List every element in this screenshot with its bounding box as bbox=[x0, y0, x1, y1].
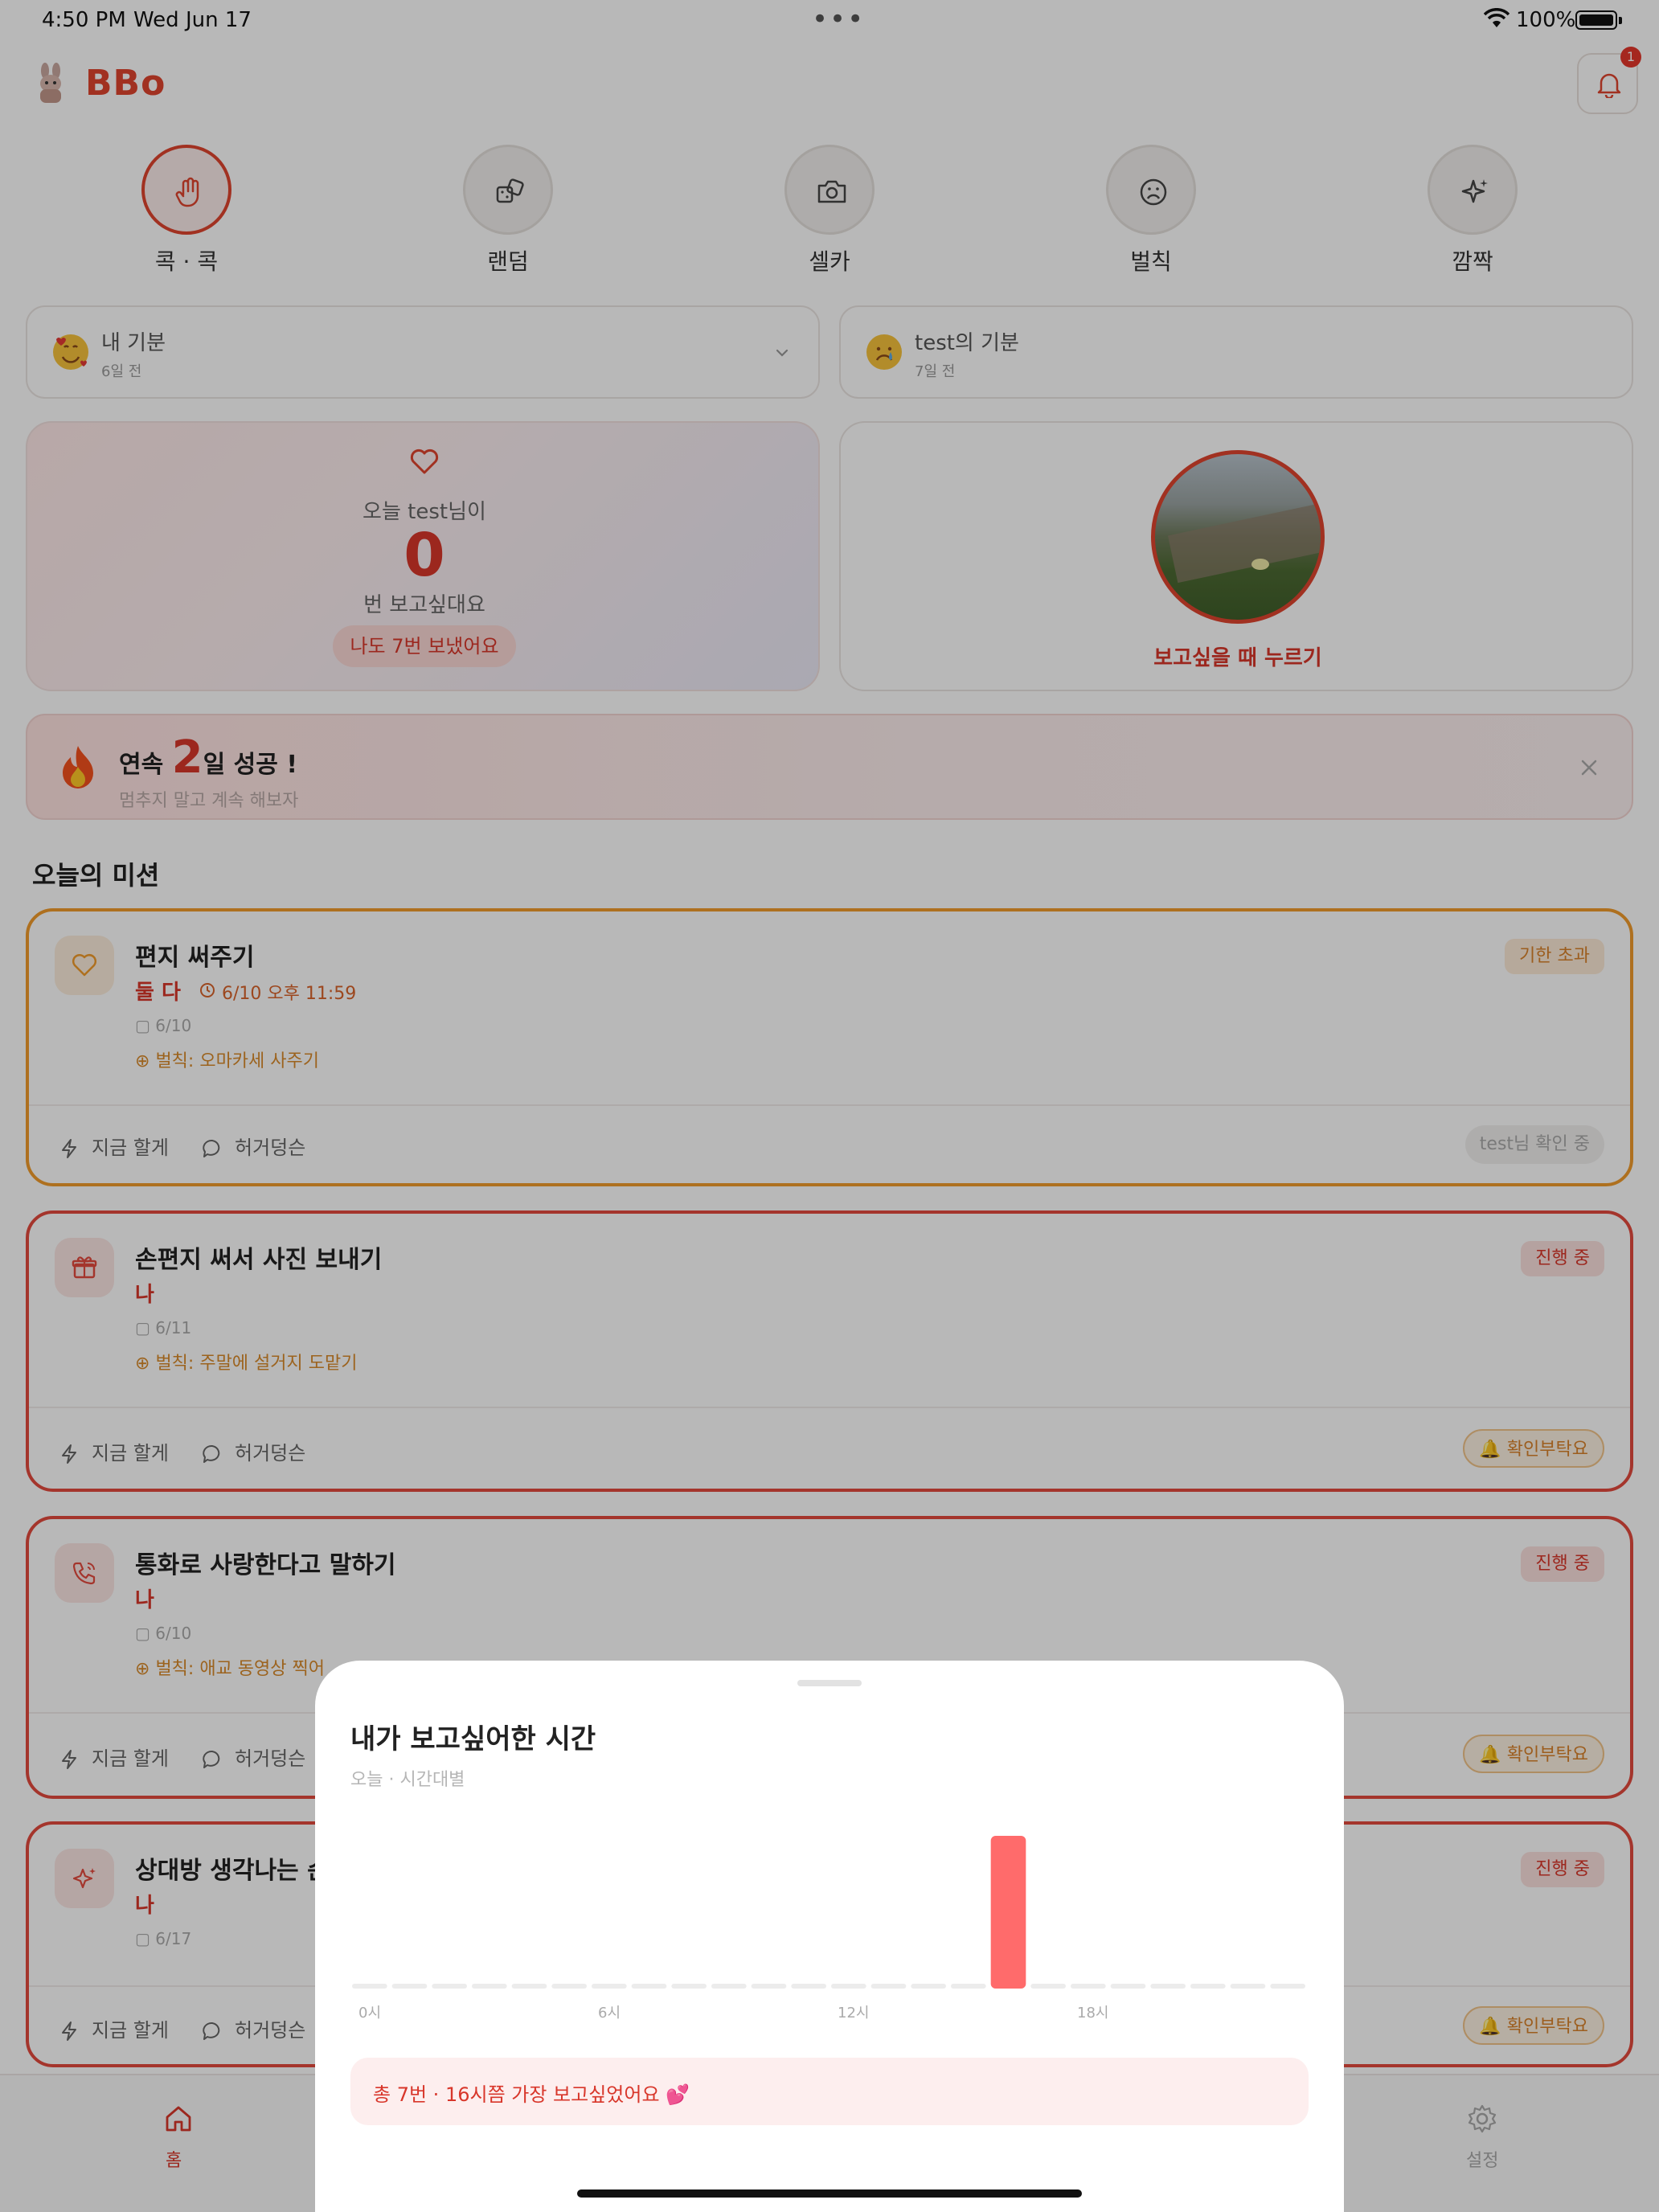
bar-0시 bbox=[352, 1984, 387, 1989]
bar-14시 bbox=[911, 1984, 946, 1989]
x-tick-label: 6시 bbox=[598, 2005, 621, 2022]
bar-3시 bbox=[472, 1984, 507, 1989]
bar-17시 bbox=[1030, 1984, 1066, 1989]
x-tick-label: 18시 bbox=[1077, 2005, 1108, 2022]
sheet-summary-box: 총 7번 · 16시쯤 가장 보고싶었어요 💕 bbox=[350, 2058, 1309, 2125]
home-indicator bbox=[577, 2189, 1082, 2198]
sheet-subtitle: 오늘 · 시간대별 bbox=[350, 1770, 465, 1790]
bar-11시 bbox=[791, 1984, 826, 1989]
bar-12시 bbox=[831, 1984, 866, 1989]
miss-time-sheet: 내가 보고싶어한 시간 오늘 · 시간대별 0시 6시 12시 18시 총 7번 · … bbox=[315, 1661, 1344, 2212]
sheet-title: 내가 보고싶어한 시간 bbox=[350, 1723, 596, 1755]
bar-19시 bbox=[1110, 1984, 1146, 1989]
bar-23시 bbox=[1270, 1984, 1305, 1989]
bar-13시 bbox=[870, 1984, 907, 1989]
x-tick-label: 12시 bbox=[838, 2005, 869, 2022]
sheet-summary-text: 총 7번 · 16시쯤 가장 보고싶었어요 💕 bbox=[373, 2083, 690, 2106]
bar-7시 bbox=[631, 1984, 667, 1989]
bar-8시 bbox=[671, 1984, 707, 1989]
bar-10시 bbox=[751, 1984, 787, 1989]
bar-4시 bbox=[511, 1984, 547, 1989]
x-tick-label: 0시 bbox=[358, 2005, 381, 2022]
bar-22시 bbox=[1230, 1984, 1266, 1989]
bar-9시 bbox=[711, 1984, 747, 1989]
bar-20시 bbox=[1150, 1984, 1186, 1989]
bar-15시 bbox=[951, 1984, 986, 1989]
bar-2시 bbox=[432, 1984, 467, 1989]
hourly-miss-chart: 0시 6시 12시 18시 bbox=[352, 1836, 1305, 2022]
bar-6시 bbox=[592, 1984, 627, 1989]
bar-16시 bbox=[990, 1836, 1026, 1989]
bar-21시 bbox=[1190, 1984, 1226, 1989]
bar-1시 bbox=[391, 1984, 428, 1989]
bar-5시 bbox=[551, 1984, 587, 1989]
sheet-grabber[interactable] bbox=[797, 1680, 862, 1686]
bar-18시 bbox=[1071, 1984, 1106, 1989]
